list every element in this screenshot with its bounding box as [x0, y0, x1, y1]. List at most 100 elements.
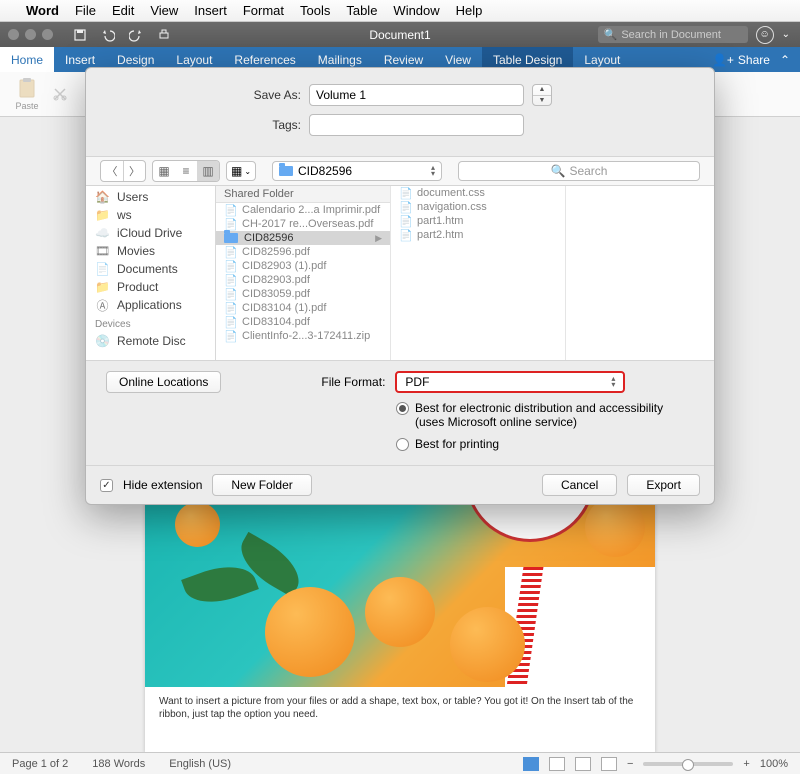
file-icon: 📄 — [399, 187, 411, 199]
file-icon: 📄 — [224, 330, 236, 342]
file-item[interactable]: 📄CID82903 (1).pdf — [216, 259, 390, 273]
save-as-input[interactable] — [309, 84, 524, 106]
file-item[interactable]: 📄CID83104 (1).pdf — [216, 301, 390, 315]
browser-search[interactable]: 🔍 Search — [458, 161, 700, 181]
file-item[interactable]: 📄part2.htm — [391, 228, 565, 242]
view-web-icon[interactable] — [549, 757, 565, 771]
file-item[interactable]: 📄part1.htm — [391, 214, 565, 228]
view-print-icon[interactable] — [523, 757, 539, 771]
menu-edit[interactable]: Edit — [112, 3, 134, 18]
sidebar-item-product[interactable]: 📁Product — [86, 278, 215, 296]
tags-input[interactable] — [309, 114, 524, 136]
browser-sidebar: 🏠Users 📁ws ☁️iCloud Drive 🎞Movies 📄Docum… — [86, 186, 216, 360]
sidebar-item-ws[interactable]: 📁ws — [86, 206, 215, 224]
file-name: ClientInfo-2...3-172411.zip — [242, 330, 370, 342]
folder-icon — [279, 166, 293, 176]
paste-button[interactable]: Paste — [10, 77, 44, 111]
online-locations-button[interactable]: Online Locations — [106, 371, 221, 393]
share-button[interactable]: 👤+ Share ⌃ — [702, 53, 800, 67]
file-item[interactable]: 📄CH-2017 re...Overseas.pdf — [216, 217, 390, 231]
collapse-stepper[interactable]: ▲▼ — [532, 84, 552, 106]
folder-icon: 📁 — [95, 209, 110, 222]
app-icon: Ⓐ — [95, 299, 110, 312]
menu-help[interactable]: Help — [456, 3, 483, 18]
document-title: Document1 — [369, 28, 430, 42]
file-item[interactable]: 📄Calendario 2...a Imprimir.pdf — [216, 203, 390, 217]
view-columns-icon[interactable]: ▥ — [197, 161, 219, 181]
file-item[interactable]: 📄CID82596.pdf — [216, 245, 390, 259]
file-item[interactable]: 📄CID83104.pdf — [216, 315, 390, 329]
sidebar-item-icloud[interactable]: ☁️iCloud Drive — [86, 224, 215, 242]
file-name: CID83104 (1).pdf — [242, 302, 326, 314]
view-draft-icon[interactable] — [601, 757, 617, 771]
search-field[interactable]: 🔍 Search in Document — [598, 26, 748, 43]
nav-back-icon[interactable]: 〈 — [101, 161, 123, 181]
export-button[interactable]: Export — [627, 474, 700, 496]
nav-forward-icon[interactable]: 〉 — [123, 161, 145, 181]
view-outline-icon[interactable] — [575, 757, 591, 771]
page-caption: Want to insert a picture from your files… — [145, 687, 655, 729]
file-name: CID83059.pdf — [242, 288, 310, 300]
tags-label: Tags: — [106, 118, 301, 132]
status-words[interactable]: 188 Words — [92, 758, 145, 770]
cancel-button[interactable]: Cancel — [542, 474, 617, 496]
col1-header: Shared Folder — [216, 186, 390, 203]
print-icon[interactable] — [155, 27, 173, 43]
menu-format[interactable]: Format — [243, 3, 284, 18]
sidebar-item-remote-disc[interactable]: 💿Remote Disc — [86, 332, 215, 350]
app-name[interactable]: Word — [26, 3, 59, 18]
traffic-min-icon[interactable] — [25, 29, 36, 40]
save-icon[interactable] — [71, 27, 89, 43]
sidebar-item-documents[interactable]: 📄Documents — [86, 260, 215, 278]
menu-insert[interactable]: Insert — [194, 3, 227, 18]
radio-best-printing[interactable]: Best for printing — [396, 437, 694, 451]
undo-icon[interactable] — [99, 27, 117, 43]
menu-tools[interactable]: Tools — [300, 3, 330, 18]
path-popup[interactable]: CID82596 ▴▾ — [272, 161, 442, 181]
traffic-close-icon[interactable] — [8, 29, 19, 40]
menu-window[interactable]: Window — [393, 3, 439, 18]
file-item[interactable]: 📄CID82903.pdf — [216, 273, 390, 287]
zoom-slider[interactable] — [643, 762, 733, 766]
export-dialog: Save As: ▲▼ Tags: 〈 〉 ▦ ≡ ▥ ▦⌄ CID82596 … — [85, 67, 715, 505]
view-list-icon[interactable]: ≡ — [175, 161, 197, 181]
file-item[interactable]: CID82596▶ — [216, 231, 390, 245]
file-icon: 📄 — [399, 229, 411, 241]
file-format-select[interactable]: PDF ▴▾ — [395, 371, 625, 393]
radio-best-electronic[interactable]: Best for electronic distribution and acc… — [396, 401, 694, 429]
menu-file[interactable]: File — [75, 3, 96, 18]
file-name: CID82903 (1).pdf — [242, 260, 326, 272]
file-format-value: PDF — [405, 375, 429, 389]
file-item[interactable]: 📄CID83059.pdf — [216, 287, 390, 301]
status-lang[interactable]: English (US) — [169, 758, 231, 770]
file-item[interactable]: 📄 ClientInfo-2...3-172411.zip — [216, 329, 390, 343]
window-titlebar: Document1 🔍 Search in Document ☺ ⌄ — [0, 22, 800, 47]
tab-home[interactable]: Home — [0, 47, 54, 72]
file-icon: 📄 — [224, 316, 236, 328]
menu-view[interactable]: View — [150, 3, 178, 18]
sidebar-item-users[interactable]: 🏠Users — [86, 188, 215, 206]
zoom-out-icon[interactable]: − — [627, 758, 633, 770]
chevron-up-icon[interactable]: ⌃ — [780, 53, 790, 67]
chevron-down-icon[interactable]: ⌄ — [782, 29, 790, 40]
file-item[interactable]: 📄document.css — [391, 186, 565, 200]
hide-extension-checkbox[interactable]: ✓ — [100, 479, 113, 492]
traffic-max-icon[interactable] — [42, 29, 53, 40]
view-icons-icon[interactable]: ▦ — [153, 161, 175, 181]
sidebar-item-applications[interactable]: ⒶApplications — [86, 296, 215, 314]
new-folder-button[interactable]: New Folder — [212, 474, 311, 496]
file-name: CID82903.pdf — [242, 274, 310, 286]
redo-icon[interactable] — [127, 27, 145, 43]
zoom-in-icon[interactable]: + — [743, 758, 749, 770]
house-icon: 🏠 — [95, 191, 110, 204]
feedback-icon[interactable]: ☺ — [756, 26, 774, 44]
zoom-level[interactable]: 100% — [760, 758, 788, 770]
menu-table[interactable]: Table — [346, 3, 377, 18]
file-item[interactable]: 📄navigation.css — [391, 200, 565, 214]
search-icon: 🔍 — [604, 28, 618, 41]
arrange-button[interactable]: ▦⌄ — [226, 161, 256, 181]
sidebar-item-movies[interactable]: 🎞Movies — [86, 242, 215, 260]
file-name: CID82596 — [244, 232, 294, 244]
file-name: Calendario 2...a Imprimir.pdf — [242, 204, 380, 216]
status-page[interactable]: Page 1 of 2 — [12, 758, 68, 770]
